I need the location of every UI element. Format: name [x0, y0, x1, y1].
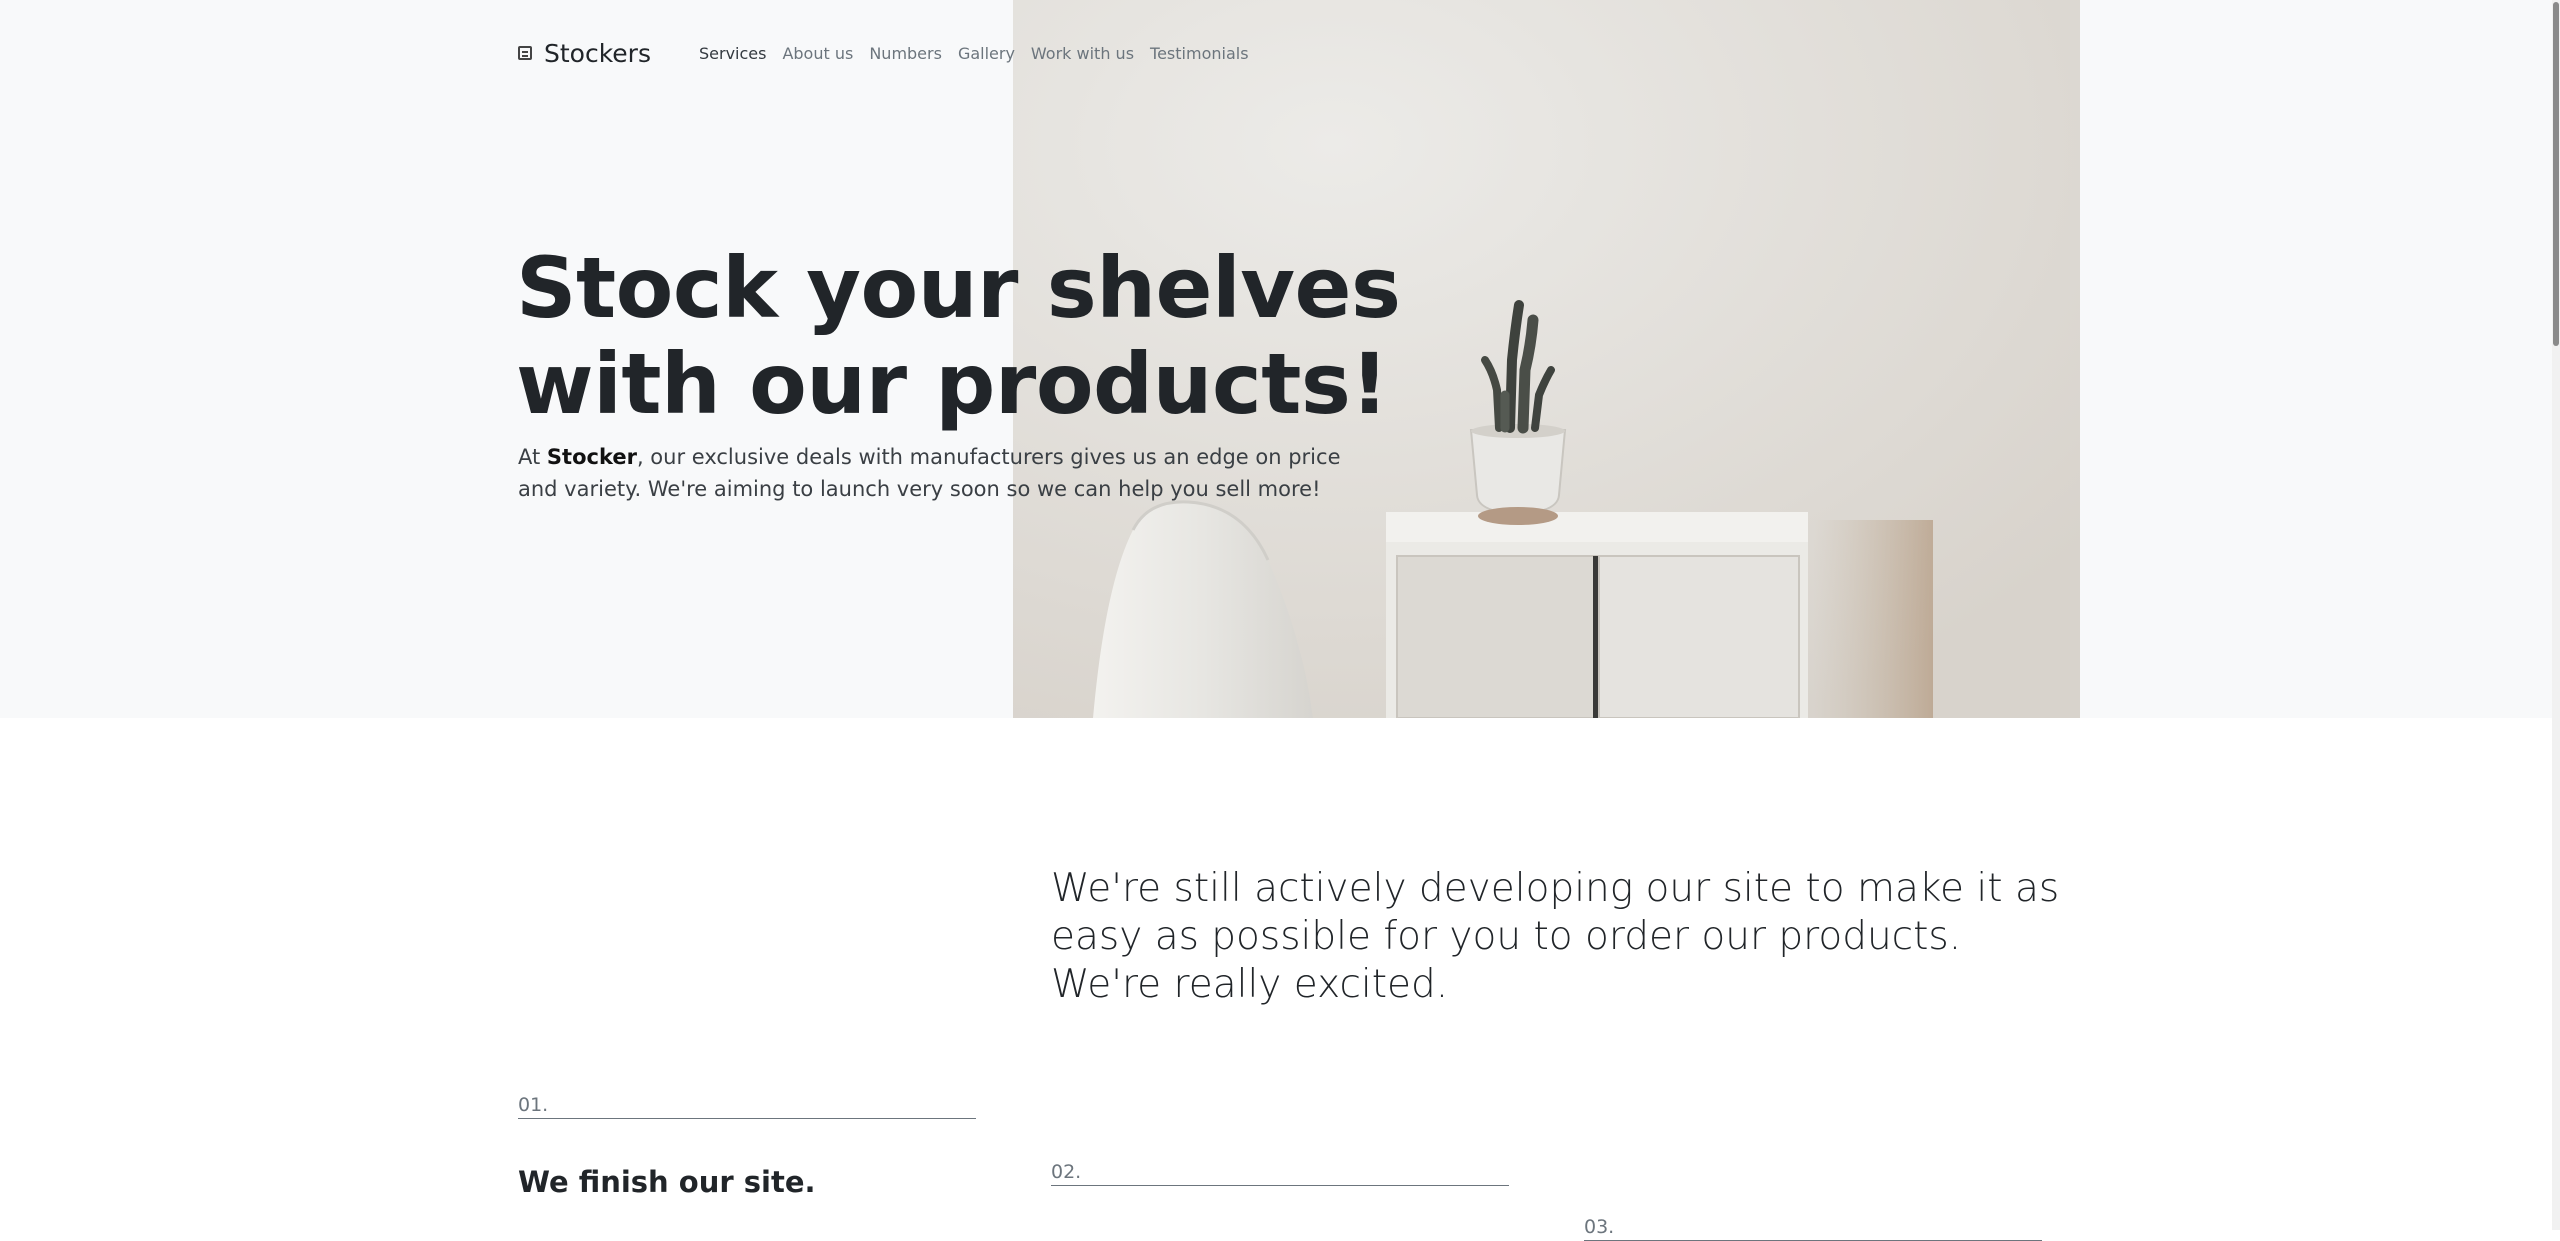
scrollbar-thumb[interactable]: [2553, 2, 2559, 346]
hero-title-line-1: Stock your shelves: [516, 239, 1401, 337]
building-icon: [518, 46, 532, 60]
page-scrollbar[interactable]: [2552, 0, 2560, 1230]
hero-lead-brand: Stocker: [546, 445, 637, 469]
hero-title-line-2: with our products!: [516, 335, 1389, 433]
intro-text: We're still actively developing our site…: [1051, 866, 2060, 1007]
nav-item-testimonials[interactable]: Testimonials: [1150, 44, 1249, 63]
nav-item-work-with-us[interactable]: Work with us: [1031, 44, 1134, 63]
step-number-03: 03.: [1584, 1216, 2042, 1241]
brand-name: Stockers: [544, 38, 651, 68]
brand-link[interactable]: Stockers: [518, 39, 651, 68]
hero-lead: At Stocker, our exclusive deals with man…: [518, 441, 1358, 505]
nav-item-about-us[interactable]: About us: [782, 44, 853, 63]
step-title-01: We finish our site.: [518, 1165, 816, 1199]
hero-section: Stockers Services About us Numbers Galle…: [0, 0, 2560, 718]
step-number-01: 01.: [518, 1094, 976, 1119]
nav-links: Services About us Numbers Gallery Work w…: [699, 44, 1265, 63]
step-number-02: 02.: [1051, 1161, 1509, 1186]
nav-item-numbers[interactable]: Numbers: [869, 44, 942, 63]
top-navbar: Stockers Services About us Numbers Galle…: [518, 33, 1265, 73]
nav-item-gallery[interactable]: Gallery: [958, 44, 1015, 63]
nav-item-services[interactable]: Services: [699, 44, 766, 63]
hero-lead-prefix: At: [518, 445, 547, 469]
hero-lead-suffix: , our exclusive deals with manufacturers…: [518, 445, 1341, 501]
hero-title: Stock your shelves with our products!: [516, 240, 1416, 432]
